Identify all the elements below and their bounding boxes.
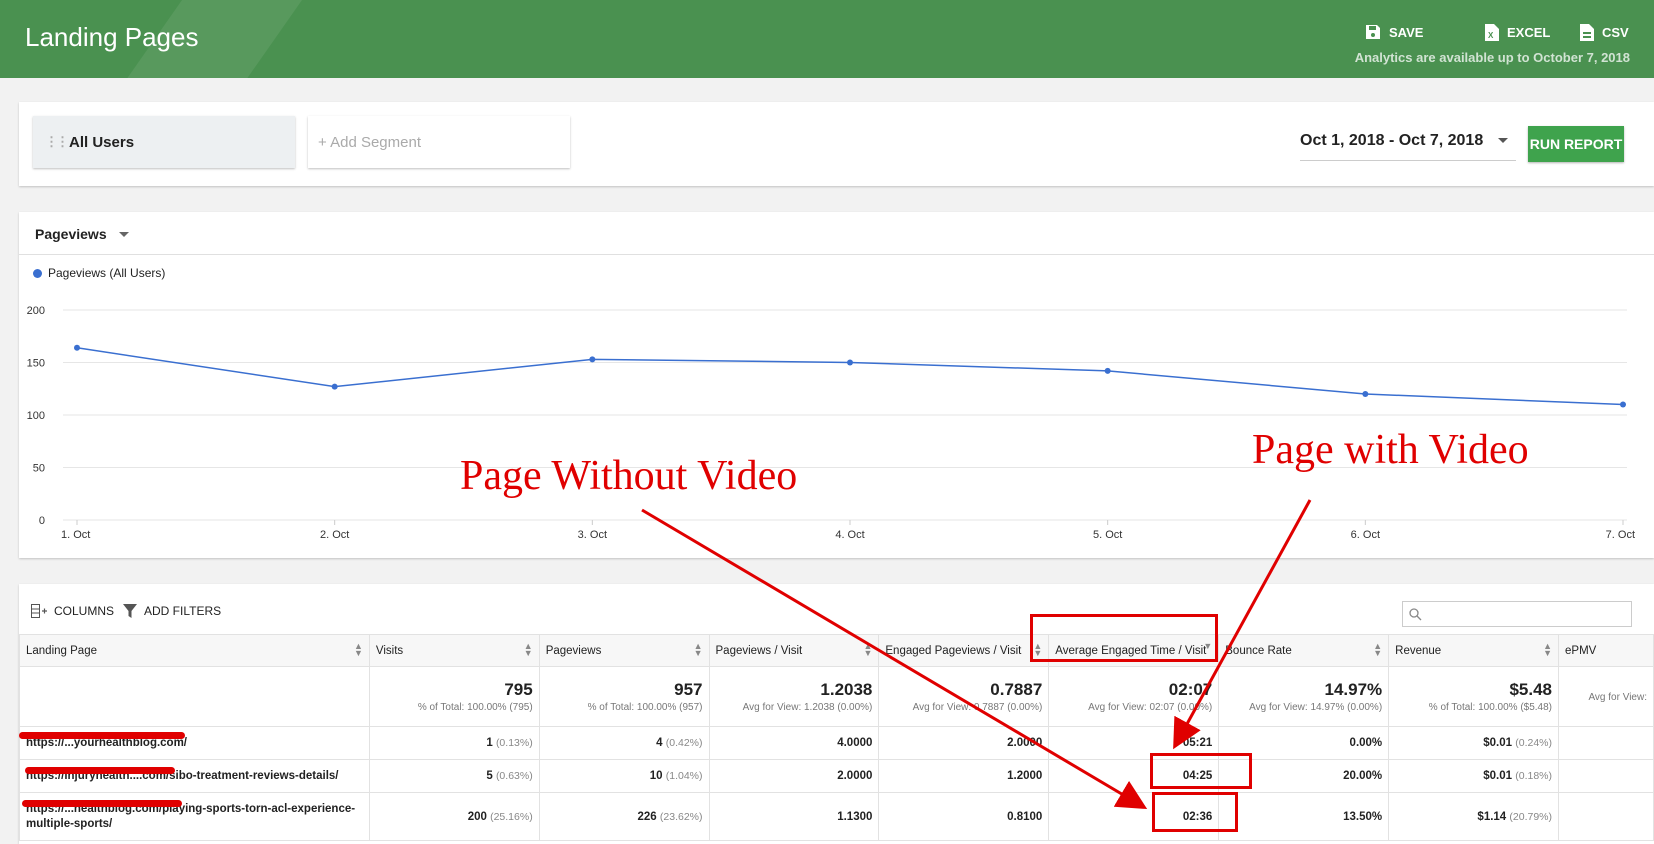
annotation-arrows xyxy=(641,499,1312,810)
annotation-arrow xyxy=(641,508,1148,810)
annotation-arrow xyxy=(1173,499,1312,750)
